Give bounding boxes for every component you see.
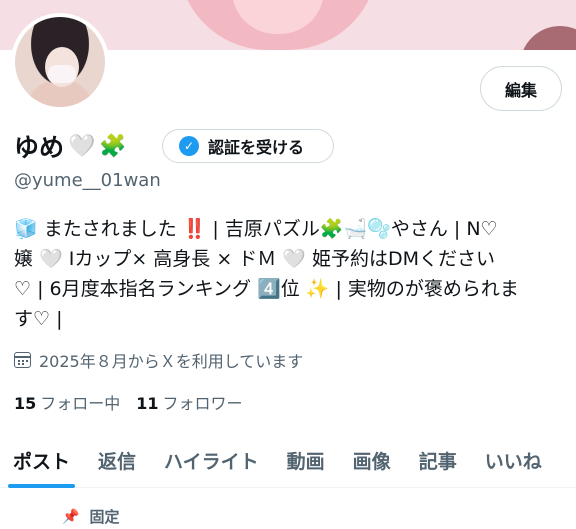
- tab-label: 動画: [286, 450, 325, 473]
- bio-line: ♡ | 6月度本指名ランキング 4️⃣位 ✨ | 実物のが褒められま: [14, 278, 519, 300]
- profile-bio: 🧊 またされました ‼️ | 吉原パズル🧩🛁🫧やさん | N♡ 嬢 🤍 Iカップ…: [14, 214, 564, 334]
- tab-label: いいね: [484, 450, 542, 473]
- tab-replies[interactable]: 返信: [98, 432, 136, 488]
- profile-tabs: ポスト 返信 ハイライト 動画 画像 記事 いいね: [0, 432, 576, 488]
- tab-highlights[interactable]: ハイライト: [164, 432, 259, 488]
- following-count: 15: [14, 394, 37, 413]
- tab-articles[interactable]: 記事: [419, 432, 457, 488]
- followers-link[interactable]: 11 フォロワー: [136, 390, 242, 414]
- user-handle: @yume__01wan: [14, 170, 161, 191]
- tab-label: 記事: [418, 450, 457, 473]
- tab-label: 返信: [98, 450, 137, 473]
- edit-profile-button[interactable]: 編集: [480, 66, 562, 111]
- followers-count: 11: [136, 394, 159, 413]
- following-link[interactable]: 15 フォロー中: [14, 390, 120, 414]
- verified-badge-icon: ✓: [179, 136, 199, 156]
- tab-images[interactable]: 画像: [353, 432, 391, 488]
- puzzle-emoji: 🧩: [99, 133, 127, 159]
- tab-label: ポスト: [13, 450, 71, 473]
- get-verified-button[interactable]: ✓ 認証を受ける: [162, 129, 334, 163]
- follow-stats: 15 フォロー中 11 フォロワー: [14, 390, 243, 414]
- display-name: ゆめ: [14, 133, 65, 162]
- banner-art-dark: [520, 26, 576, 50]
- white-heart-emoji: 🤍: [68, 133, 96, 159]
- avatar[interactable]: [11, 13, 109, 111]
- calendar-icon: [14, 352, 31, 368]
- tab-posts[interactable]: ポスト: [8, 432, 76, 488]
- followers-label: フォロワー: [162, 394, 243, 413]
- avatar-image: [15, 17, 105, 107]
- tab-label: ハイライト: [164, 450, 259, 473]
- tab-label: 画像: [352, 450, 391, 473]
- get-verified-label: 認証を受ける: [208, 138, 305, 157]
- tab-likes[interactable]: いいね: [485, 432, 542, 488]
- following-label: フォロー中: [40, 394, 121, 413]
- name-row: ゆめ 🤍 🧩: [14, 128, 127, 164]
- tab-videos[interactable]: 動画: [287, 432, 325, 488]
- bio-line: 嬢 🤍 Iカップ× 高身長 × ドＭ 🤍 姫予約はDMください: [14, 248, 496, 270]
- join-date: 2025年８月からＸを利用しています: [14, 348, 303, 372]
- join-date-text: 2025年８月からＸを利用しています: [39, 352, 304, 371]
- pinned-indicator: 📌 固定: [62, 506, 119, 527]
- bio-line: す♡ |: [14, 308, 63, 330]
- bio-line: 🧊 またされました ‼️ | 吉原パズル🧩🛁🫧やさん | N♡: [14, 218, 498, 240]
- pinned-label: 固定: [89, 508, 120, 526]
- pin-icon: 📌: [62, 508, 80, 525]
- active-tab-indicator: [8, 484, 76, 488]
